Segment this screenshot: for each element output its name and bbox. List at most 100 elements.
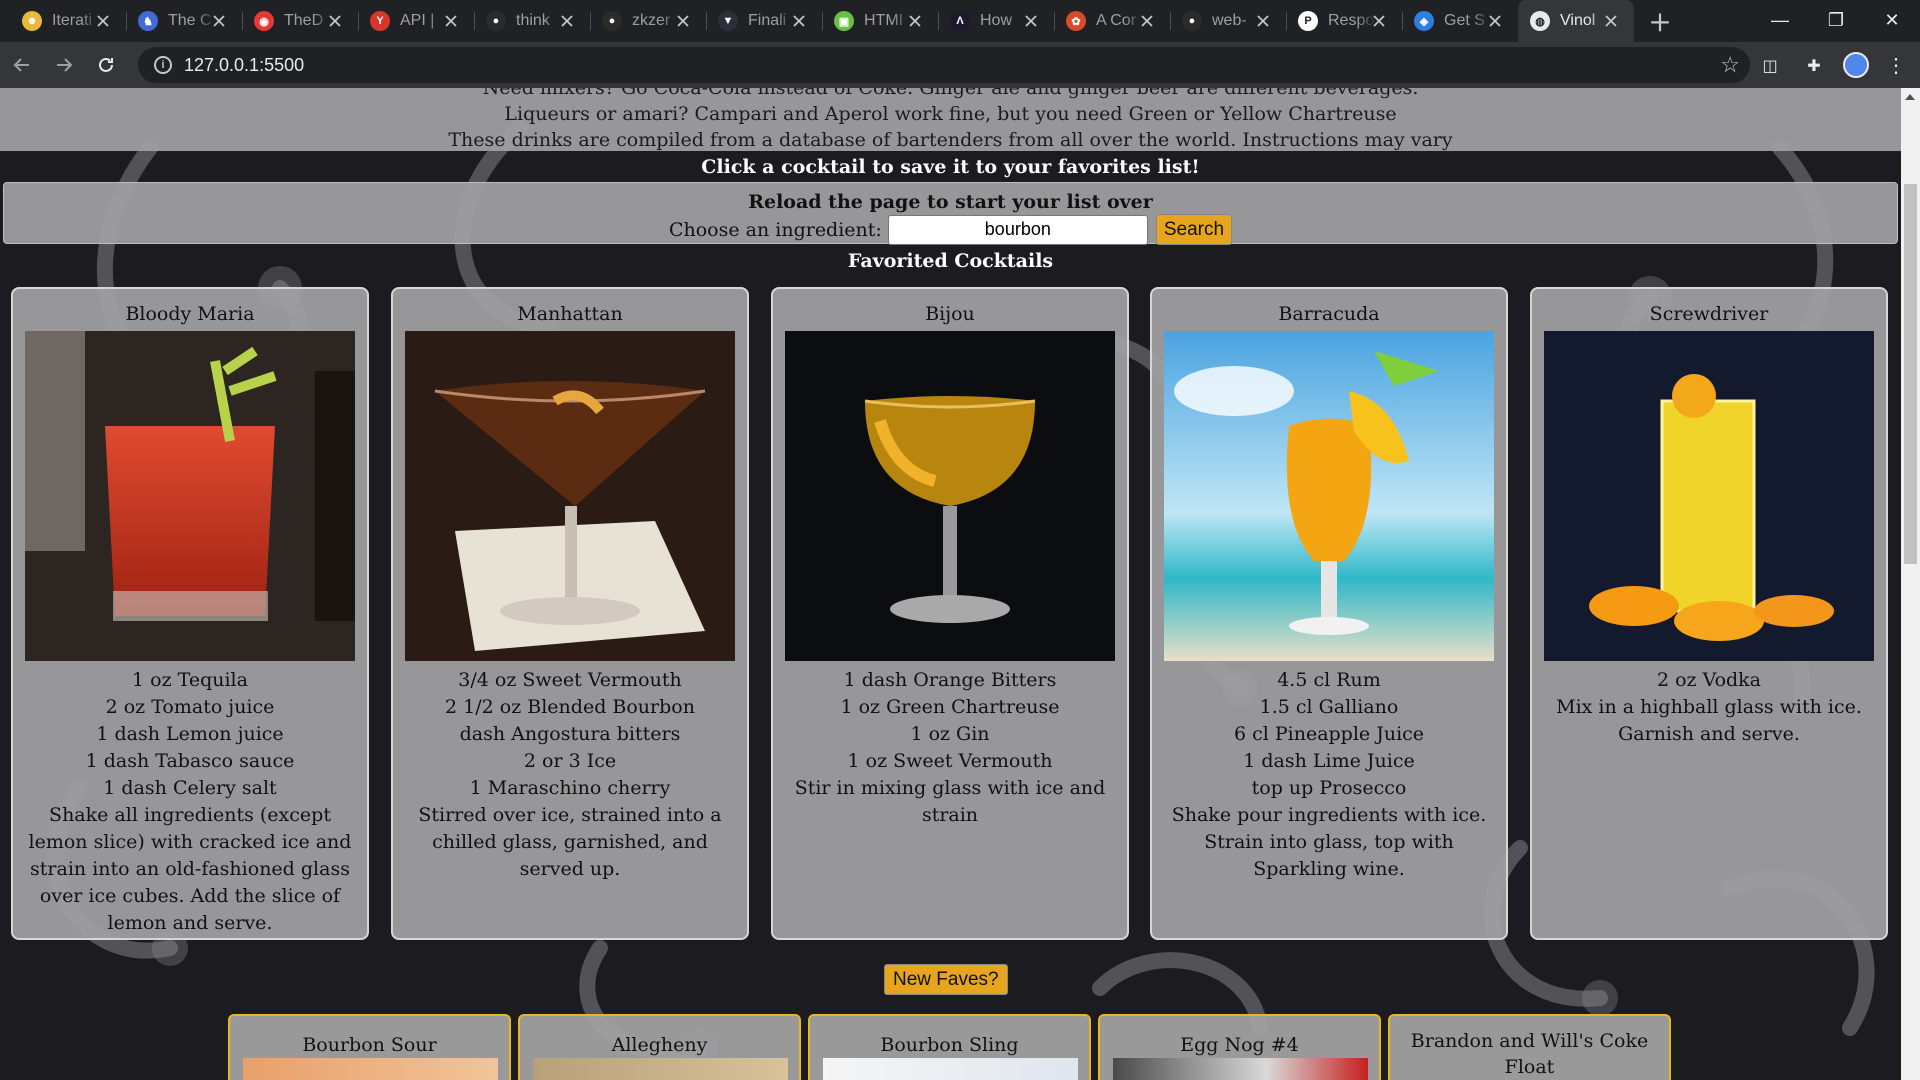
result-card[interactable]: Allegheny [518,1014,801,1080]
recipe-line: 1 oz Gin [910,723,990,745]
tab-favicon-icon: P [1298,11,1318,31]
reload-hint: Reload the page to start your list over [748,191,1153,213]
site-info-icon[interactable]: i [154,56,172,74]
recipe-line: 1 dash Celery salt [103,777,277,799]
recipe-line: 2 or 3 Ice [523,750,617,772]
cocktail-name: Barracuda [1278,303,1380,325]
recipe-instructions: Stir in mixing glass with ice and strain [794,777,1106,826]
recipe-line: dash Angostura bitters [459,723,681,745]
tab-close-icon[interactable] [672,10,694,32]
page-viewport: Need mixers? Go Coca-Cola instead of Cok… [0,88,1901,1080]
favorite-card[interactable]: Manhattan 3/4 oz Sweet Vermouth 2 1/2 oz… [391,287,749,940]
tab-favicon-icon: ♞ [138,11,158,31]
cocktail-photo [1164,331,1494,661]
back-arrow-icon [13,58,29,72]
extensions-puzzle-icon[interactable]: ✚ [1798,49,1830,81]
favorite-card[interactable]: Bloody Maria 1 oz Tequila 2 oz Tomato ju… [11,287,369,940]
result-name: Bourbon Sling [880,1034,1019,1056]
browser-tab[interactable]: ● web- [1170,0,1286,42]
browser-tab[interactable]: ☻ Iterati [10,0,126,42]
close-window-icon[interactable]: ✕ [1864,0,1920,40]
reload-button[interactable] [86,45,126,85]
recipe-lines: 4.5 cl Rum 1.5 cl Galliano 6 cl Pineappl… [1152,667,1506,883]
browser-tab[interactable]: ◈ Get S [1402,0,1518,42]
new-faves-button[interactable]: New Faves? [884,964,1008,995]
tab-favicon-icon: ☻ [22,11,42,31]
favorite-card[interactable]: Barracuda 4.5 cl Rum 1.5 cl Galliano 6 c… [1150,287,1508,940]
recipe-line: 1 oz Green Chartreuse [840,696,1060,718]
cocktail-photo [1544,331,1874,661]
tab-favicon-icon: ▼ [718,11,738,31]
browser-tab[interactable]: Y API | [358,0,474,42]
tab-close-icon[interactable] [904,10,926,32]
recipe-line: 1 oz Sweet Vermouth [847,750,1053,772]
info-panel: Need mixers? Go Coca-Cola instead of Cok… [0,88,1901,151]
browser-tab[interactable]: ◉ TheD [242,0,358,42]
scroll-up-arrow-icon[interactable] [1905,94,1915,100]
address-url: 127.0.0.1:5500 [184,54,305,75]
browser-tab[interactable]: ◍ Vinol [1518,0,1634,42]
tab-close-icon[interactable] [1136,10,1158,32]
tab-close-icon[interactable] [788,10,810,32]
result-card[interactable]: Egg Nog #4 [1098,1014,1381,1080]
browser-tab[interactable]: ▼ Finali [706,0,822,42]
tab-close-icon[interactable] [440,10,462,32]
minimize-icon[interactable]: — [1752,0,1808,40]
result-photo [1113,1058,1368,1080]
browser-tab[interactable]: P Respo [1286,0,1402,42]
browser-tab[interactable]: ▣ HTMI [822,0,938,42]
recipe-line: 1 dash Orange Bitters [843,669,1057,691]
cocktail-photo [25,331,355,661]
favorite-card[interactable]: Bijou 1 dash Orange Bitters 1 oz Green C… [771,287,1129,940]
recipe-instructions: Mix in a highball glass with ice. Garnis… [1556,696,1862,745]
result-photo [823,1058,1078,1080]
address-bar[interactable]: i 127.0.0.1:5500 ☆ [138,47,1750,83]
bookmark-star-icon[interactable]: ☆ [1720,53,1740,78]
ingredient-input[interactable] [887,214,1148,245]
tab-close-icon[interactable] [556,10,578,32]
extension-icon[interactable]: ◫ [1754,49,1786,81]
browser-tab[interactable]: ♞ The C [126,0,242,42]
profile-avatar[interactable] [1840,49,1872,81]
tab-close-icon[interactable] [92,10,114,32]
tab-close-icon[interactable] [1252,10,1274,32]
recipe-instructions: Stirred over ice, strained into a chille… [418,804,722,880]
cocktail-name: Screwdriver [1649,303,1769,325]
recipe-line: 3/4 oz Sweet Vermouth [458,669,682,691]
favorites-title: Favorited Cocktails [847,250,1054,272]
browser-tab[interactable]: ● think [474,0,590,42]
cocktail-photo [785,331,1115,661]
result-card[interactable]: Bourbon Sling [808,1014,1091,1080]
tab-favicon-icon: Λ [950,11,970,31]
recipe-line: 1 dash Tabasco sauce [85,750,295,772]
result-card[interactable]: Bourbon Sour [228,1014,511,1080]
page-scrollbar[interactable] [1901,88,1920,1080]
browser-tab[interactable]: Λ How [938,0,1054,42]
scrollbar-thumb[interactable] [1904,184,1917,564]
result-card[interactable]: Brandon and Will's Coke Float [1388,1014,1671,1080]
browser-tab[interactable]: ● zkzer [590,0,706,42]
window-controls: — ❐ ✕ [1752,0,1920,40]
recipe-line: 4.5 cl Rum [1277,669,1381,691]
tab-close-icon[interactable] [1600,10,1622,32]
tab-close-icon[interactable] [1484,10,1506,32]
new-tab-button[interactable]: + [1640,1,1680,41]
info-line-1: Liqueurs or amari? Campari and Aperol wo… [504,103,1397,125]
forward-button[interactable] [44,45,84,85]
tab-strip: ☻ Iterati ♞ The C ◉ TheD Y API | ● think ● zkzer ▼ Fi… [0,0,1920,42]
tab-close-icon[interactable] [208,10,230,32]
result-name: Egg Nog #4 [1180,1034,1299,1056]
restore-icon[interactable]: ❐ [1808,0,1864,40]
back-button[interactable] [2,45,42,85]
favorite-card[interactable]: Screwdriver 2 oz Vodka Mix in a highball… [1530,287,1888,940]
result-photo [533,1058,788,1080]
tab-close-icon[interactable] [1368,10,1390,32]
browser-tab[interactable]: ✿ A Cor [1054,0,1170,42]
recipe-instructions: Shake all ingredients (except lemon slic… [28,804,352,934]
tab-close-icon[interactable] [324,10,346,32]
tab-close-icon[interactable] [1020,10,1042,32]
menu-kebab-icon[interactable]: ⋮ [1880,49,1912,81]
recipe-line: 1 dash Lime Juice [1243,750,1415,772]
recipe-lines: 2 oz Vodka Mix in a highball glass with … [1532,667,1886,748]
search-button[interactable]: Search [1155,214,1233,245]
